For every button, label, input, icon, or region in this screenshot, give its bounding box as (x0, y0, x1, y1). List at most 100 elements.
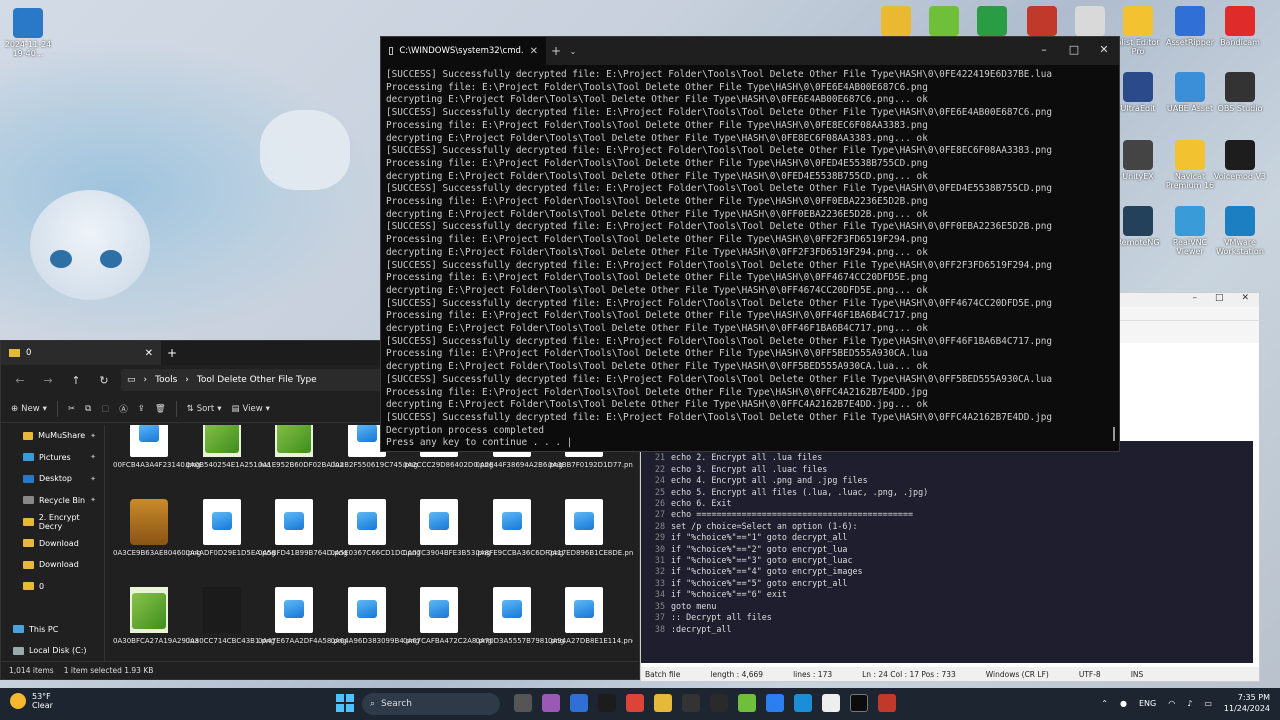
maximize-icon[interactable]: □ (1059, 37, 1089, 65)
cmd-window[interactable]: C:\WINDOWS\system32\cmd. ✕ + ⌄ – □ ✕ [SU… (380, 36, 1120, 452)
breadcrumb-item[interactable]: Tools (155, 375, 177, 385)
app-icon (1175, 6, 1205, 36)
cmd-tab[interactable]: C:\WINDOWS\system32\cmd. ✕ (381, 37, 546, 65)
file-item[interactable]: 0A8FE9CCBA36C6DF.png (476, 499, 564, 558)
app-icon[interactable] (878, 694, 896, 712)
sort-button[interactable]: ⇅ Sort ▾ (187, 404, 222, 414)
file-item[interactable]: 0A5E0367C66CD1DC.png (331, 499, 421, 558)
editor-length: length : 4,669 (710, 669, 764, 679)
sidebar-item[interactable]: MuMuShare ✦ (1, 425, 104, 447)
file-explorer-icon[interactable] (654, 694, 672, 712)
app-icon[interactable] (794, 694, 812, 712)
close-tab-icon[interactable]: ✕ (145, 348, 153, 359)
minimize-icon[interactable]: – (1029, 37, 1059, 65)
app-icon[interactable] (598, 694, 616, 712)
desktop-icon[interactable]: Bandicam (1212, 6, 1268, 47)
file-item[interactable]: 0A64A96D383099B4.png (331, 587, 419, 646)
folder-icon (9, 349, 20, 357)
file-item[interactable]: 0A0B540254E1A251.lua (186, 425, 271, 470)
app-icon[interactable] (822, 694, 840, 712)
file-item[interactable]: 0A47E67AA2DF4A58.png (258, 587, 347, 646)
close-icon[interactable]: ✕ (1241, 293, 1249, 307)
chevron-up-icon[interactable]: ⌃ (1101, 699, 1108, 708)
app-icon[interactable] (570, 694, 588, 712)
sidebar-item[interactable]: 2. Encrypt Decry (1, 511, 104, 533)
new-button[interactable]: ⊕ New ▾ (11, 404, 47, 414)
volume-icon[interactable]: ♪ (1187, 699, 1192, 708)
maximize-icon[interactable]: □ (1215, 293, 1224, 307)
sidebar-item[interactable]: This PC (1, 619, 104, 641)
windows-start-icon[interactable] (336, 694, 354, 712)
desktop-icon[interactable]: AssetRipper (1162, 6, 1218, 47)
weather-widget[interactable]: 53°F Clear (10, 692, 53, 710)
share-icon[interactable]: ⇪ (138, 404, 145, 414)
cut-icon[interactable]: ✂ (68, 404, 75, 414)
desktop-icon[interactable] (964, 6, 1020, 38)
file-item[interactable]: 0A67CAFBA472C2A8.png (403, 587, 492, 646)
copilot-icon[interactable] (542, 694, 560, 712)
new-tab-button[interactable]: + (161, 346, 183, 360)
sidebar-item[interactable] (1, 597, 104, 619)
delete-icon[interactable]: 🗑 (155, 404, 166, 414)
cmd-output[interactable]: [SUCCESS] Successfully decrypted file: E… (381, 65, 1119, 451)
desktop-icon[interactable]: Voicemod V3 (1212, 140, 1268, 181)
tray-app-icon[interactable]: ● (1120, 699, 1127, 708)
file-item[interactable]: 0A07C3904BFE3B53.png (403, 499, 491, 558)
chevron-down-icon[interactable]: ⌄ (566, 47, 580, 56)
cmd-line: Processing file: E:\Project Folder\Tools… (386, 386, 928, 398)
file-item[interactable]: 0A5BFD41B99B764D.png (258, 499, 348, 558)
sidebar-item[interactable]: Desktop ✦ (1, 468, 104, 490)
close-tab-icon[interactable]: ✕ (530, 46, 538, 57)
file-item[interactable]: 0A4ADF0D29E1D5EA.png (186, 499, 276, 558)
forward-arrow-icon[interactable]: → (37, 374, 59, 387)
minimize-icon[interactable]: – (1192, 293, 1197, 307)
task-view-icon[interactable] (514, 694, 532, 712)
app-icon[interactable] (682, 694, 700, 712)
app-icon[interactable] (710, 694, 728, 712)
back-arrow-icon[interactable]: ← (9, 374, 31, 387)
terminal-icon[interactable] (850, 694, 868, 712)
file-item[interactable]: 00FCB4A3A4F23140.png (113, 425, 200, 470)
rename-icon[interactable]: Ⓐ (119, 403, 128, 415)
desktop-icon[interactable]: UABE Asset (1162, 72, 1218, 113)
file-item[interactable]: 0A30BFCA27A19A29.lua (113, 587, 199, 646)
battery-icon[interactable]: ▭ (1204, 699, 1212, 708)
file-item[interactable]: 0A94A27DB8E1E114.png (548, 587, 633, 646)
sidebar-item[interactable]: Local Disk (C:) (1, 640, 104, 662)
file-item[interactable]: 0A1E952B60DF02BA.lua (258, 425, 344, 470)
sidebar-item[interactable]: 0 (1, 576, 104, 598)
paste-icon[interactable]: ▢ (101, 404, 109, 414)
sidebar-item-label: 2. Encrypt Decry (38, 512, 80, 531)
up-arrow-icon[interactable]: ↑ (65, 374, 87, 387)
sidebar-item[interactable]: Download (1, 533, 104, 555)
language-indicator[interactable]: ENG (1139, 699, 1156, 708)
editor-code-area[interactable]: echo 1. Decrypt all files in a folder (r… (641, 441, 1253, 663)
view-button[interactable]: ▤ View ▾ (231, 404, 269, 414)
desktop-icon[interactable]: RealVNC Viewer (1162, 206, 1218, 256)
chrome-icon[interactable] (626, 694, 644, 712)
desktop-icon-video[interactable]: 2024-11-24 19-40... (0, 8, 56, 58)
breadcrumb-item[interactable]: Tool Delete Other File Type (197, 375, 317, 385)
desktop-icon[interactable]: VMware Workstation (1212, 206, 1268, 256)
desktop-icon[interactable]: Navicat Premium 16 (1162, 140, 1218, 190)
desktop-icon[interactable]: OBS Studio (1212, 72, 1268, 113)
new-tab-button[interactable]: + (546, 44, 566, 58)
taskbar-search[interactable]: ⌕ Search (362, 693, 500, 715)
sidebar-item[interactable]: Download (1, 554, 104, 576)
copy-icon[interactable]: ⧉ (85, 404, 91, 414)
file-item[interactable]: 0A30CC714CBC43B1.png (186, 587, 275, 646)
sidebar-item[interactable]: Pictures ✦ (1, 447, 104, 469)
close-icon[interactable]: ✕ (1089, 37, 1119, 65)
sidebar-item[interactable]: Recycle Bin ✦ (1, 490, 104, 512)
wifi-icon[interactable]: ◠ (1168, 699, 1175, 708)
app-icon[interactable] (738, 694, 756, 712)
file-item[interactable]: 0A3CE9B63AE80460.png (113, 499, 201, 558)
file-item[interactable]: 0A17ED896B1CE8DE.png (548, 499, 633, 558)
clock[interactable]: 7:35 PM 11/24/2024 (1224, 692, 1270, 714)
explorer-tab[interactable]: 0 ✕ (1, 341, 161, 365)
file-item[interactable]: 0A70D3A5557B7981.png (476, 587, 564, 646)
desktop-icon-label: UABE Asset (1166, 104, 1214, 113)
refresh-icon[interactable]: ↻ (93, 374, 115, 387)
zoom-icon[interactable] (766, 694, 784, 712)
scrollbar[interactable] (1113, 427, 1115, 441)
